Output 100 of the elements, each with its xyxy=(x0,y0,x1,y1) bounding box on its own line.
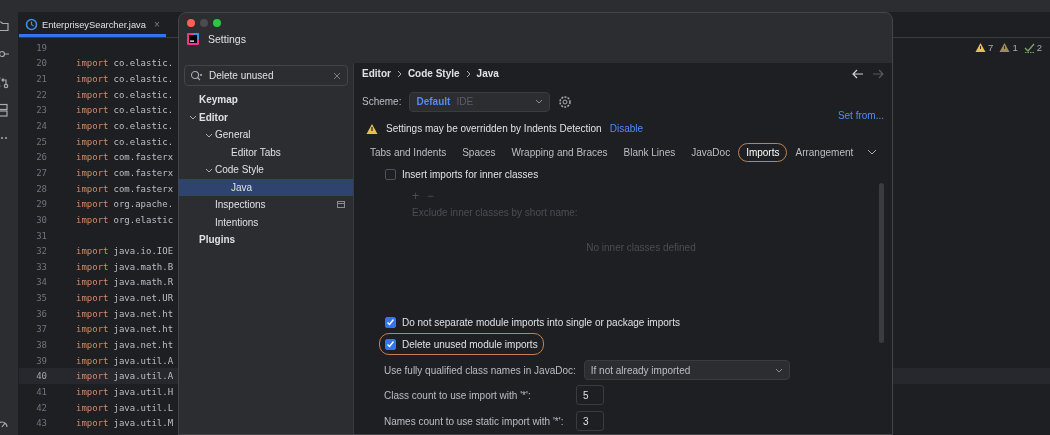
line-number: 23 xyxy=(35,105,48,116)
settings-tab[interactable]: Spaces xyxy=(454,142,504,162)
scheme-label: Scheme: xyxy=(362,96,402,108)
tree-item[interactable]: Plugins xyxy=(179,231,353,249)
line-number: 28 xyxy=(35,183,48,194)
scrollbar[interactable] xyxy=(879,183,884,343)
code-keyword: import xyxy=(76,293,109,304)
code-keyword: import xyxy=(76,386,109,397)
close-icon[interactable]: × xyxy=(153,19,160,30)
code-keyword: import xyxy=(76,136,109,147)
checkbox[interactable] xyxy=(385,316,396,328)
line-number: 26 xyxy=(35,152,48,163)
code-keyword: import xyxy=(76,167,109,178)
warning-icon xyxy=(366,122,378,135)
line-number: 30 xyxy=(35,214,48,225)
line-number: 40 xyxy=(35,371,48,382)
inspection-counter[interactable]: 2 xyxy=(1023,42,1042,53)
code-text: com.fasterx xyxy=(113,152,174,163)
line-number: 41 xyxy=(35,386,48,397)
search-icon xyxy=(190,70,203,81)
checkbox-option[interactable]: Do not separate module imports into single or package imports xyxy=(379,311,686,333)
line-number: 38 xyxy=(35,340,48,350)
zoom-button[interactable] xyxy=(213,19,221,27)
chevron-icon[interactable] xyxy=(867,148,878,157)
editor-tab[interactable]: EnterpriseySearcher.java × xyxy=(19,12,166,37)
checkbox[interactable] xyxy=(385,168,396,180)
javadoc-dropdown[interactable]: If not already imported xyxy=(583,360,790,380)
line-number: 21 xyxy=(35,74,48,85)
code-text: java.net.UR xyxy=(113,293,174,304)
tree-item[interactable]: Inspections xyxy=(179,196,353,214)
checkbox-option[interactable]: Delete unused module imports xyxy=(379,333,544,355)
code-keyword: import xyxy=(76,308,109,319)
close-button[interactable] xyxy=(187,19,195,27)
code-keyword: import xyxy=(76,89,109,100)
line-number: 37 xyxy=(35,324,48,335)
code-keyword: import xyxy=(76,355,109,366)
code-text: java.util.A xyxy=(113,371,174,382)
count-field[interactable]: 3 xyxy=(576,411,604,431)
code-keyword: import xyxy=(76,183,109,194)
chevron-icon xyxy=(535,98,544,106)
line-number: 20 xyxy=(35,58,48,69)
line-number: 42 xyxy=(35,402,48,413)
tree-item[interactable]: Editor Tabs xyxy=(179,143,353,161)
line-number: 29 xyxy=(35,199,48,210)
code-keyword: import xyxy=(76,371,109,382)
breadcrumb-item[interactable]: Editor xyxy=(362,68,391,80)
line-number: 24 xyxy=(35,121,48,131)
code-text: java.net.ht xyxy=(113,340,174,350)
code-keyword: import xyxy=(76,214,109,225)
settings-tab[interactable]: Tabs and Indents xyxy=(362,142,455,162)
warning-icon xyxy=(975,42,987,53)
breadcrumb-item[interactable]: Java xyxy=(476,68,499,80)
check-icon xyxy=(1023,42,1035,53)
settings-icon[interactable] xyxy=(558,94,573,109)
code-text: java.util.H xyxy=(113,386,174,397)
code-text: com.fasterx xyxy=(113,183,174,194)
settings-tab[interactable]: Arrangement xyxy=(787,142,862,162)
tree-item[interactable]: Editor xyxy=(179,108,353,126)
code-keyword: import xyxy=(76,246,109,257)
code-keyword: import xyxy=(76,402,109,413)
clear-icon[interactable] xyxy=(333,72,341,80)
settings-tab[interactable]: Wrapping and Braces xyxy=(503,142,616,162)
inspection-counter[interactable]: 7 xyxy=(975,42,994,53)
code-keyword: import xyxy=(76,74,109,85)
code-keyword: import xyxy=(76,261,109,272)
window-title: Settings xyxy=(208,33,246,45)
tree-item[interactable]: Intentions xyxy=(179,213,353,231)
code-text: java.util.L xyxy=(113,402,174,413)
line-number: 43 xyxy=(35,418,48,429)
back-arrow-icon[interactable] xyxy=(852,67,864,80)
checkbox-option[interactable]: Insert imports for inner classes xyxy=(379,163,545,185)
field-label: Use fully qualified class names in JavaDoc: xyxy=(384,364,576,376)
code-text: co.elastic. xyxy=(113,105,174,116)
inspection-counter[interactable]: 1 xyxy=(999,42,1018,53)
disable-link[interactable]: Disable xyxy=(609,123,644,135)
code-text: java.util.A xyxy=(113,355,174,366)
code-keyword: import xyxy=(76,418,109,429)
settings-tab[interactable]: JavaDoc xyxy=(683,142,739,162)
app-logo-icon xyxy=(187,33,199,45)
code-text: co.elastic. xyxy=(113,89,174,100)
line-number: 19 xyxy=(35,42,48,53)
set-from-link[interactable]: Set from... xyxy=(837,109,884,121)
tree-item[interactable]: Code Style xyxy=(179,161,353,179)
code-text: co.elastic. xyxy=(113,121,174,131)
chevron-icon xyxy=(774,366,783,374)
count-field[interactable]: 5 xyxy=(576,385,604,405)
tree-item[interactable]: Keymap xyxy=(179,91,353,109)
line-number: 25 xyxy=(35,136,48,147)
code-keyword: import xyxy=(76,277,109,288)
search-field[interactable]: Delete unused xyxy=(184,65,348,86)
line-number: 33 xyxy=(35,261,48,272)
settings-tab[interactable]: Blank Lines xyxy=(615,142,684,162)
tree-item[interactable]: General xyxy=(179,126,353,144)
checkbox[interactable] xyxy=(385,338,396,350)
tree-item[interactable]: Java xyxy=(179,178,353,196)
check-icon xyxy=(386,318,395,326)
line-number: 22 xyxy=(35,89,48,100)
breadcrumb-item[interactable]: Code Style xyxy=(407,68,460,80)
code-keyword: import xyxy=(76,324,109,335)
code-text: java.util.M xyxy=(113,418,174,429)
